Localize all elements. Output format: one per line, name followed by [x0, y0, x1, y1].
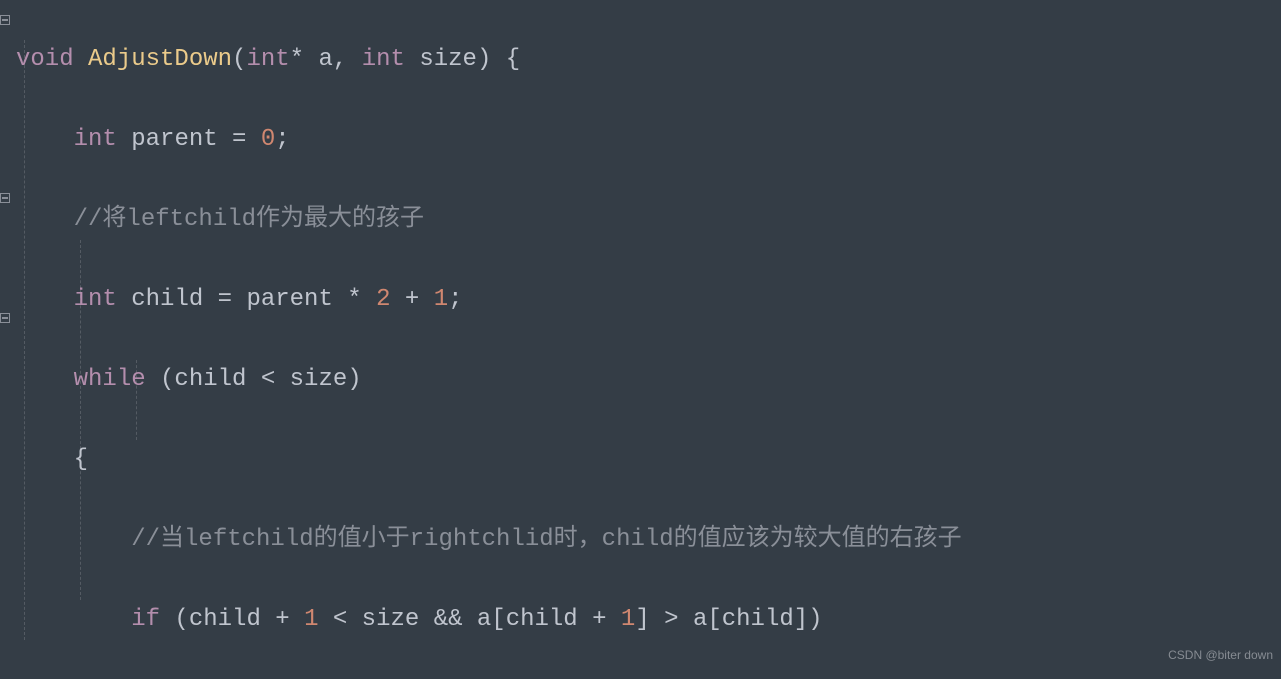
- fold-icon[interactable]: [0, 15, 10, 25]
- code-line: //将leftchild作为最大的孩子: [16, 200, 962, 240]
- comment: //当leftchild的值小于rightchlid时，child的值应该为较大…: [131, 526, 961, 553]
- keyword-void: void: [16, 46, 74, 73]
- code-content: void AdjustDown(int* a, int size) { int …: [16, 0, 962, 679]
- keyword-if: if: [131, 606, 160, 633]
- watermark: CSDN @biter down: [1168, 635, 1273, 675]
- fold-icon[interactable]: [0, 313, 10, 323]
- code-line: int child = parent * 2 + 1;: [16, 280, 962, 320]
- comment: //将leftchild作为最大的孩子: [74, 206, 424, 233]
- keyword-while: while: [74, 366, 146, 393]
- code-editor: void AdjustDown(int* a, int size) { int …: [0, 0, 1281, 679]
- code-line: int parent = 0;: [16, 120, 962, 160]
- code-line: if (child + 1 < size && a[child + 1] > a…: [16, 600, 962, 640]
- code-line: {: [16, 440, 962, 480]
- function-name: AdjustDown: [88, 46, 232, 73]
- fold-icon[interactable]: [0, 193, 10, 203]
- code-line: while (child < size): [16, 360, 962, 400]
- code-line: //当leftchild的值小于rightchlid时，child的值应该为较大…: [16, 520, 962, 560]
- code-line: void AdjustDown(int* a, int size) {: [16, 40, 962, 80]
- fold-gutter: [0, 0, 10, 679]
